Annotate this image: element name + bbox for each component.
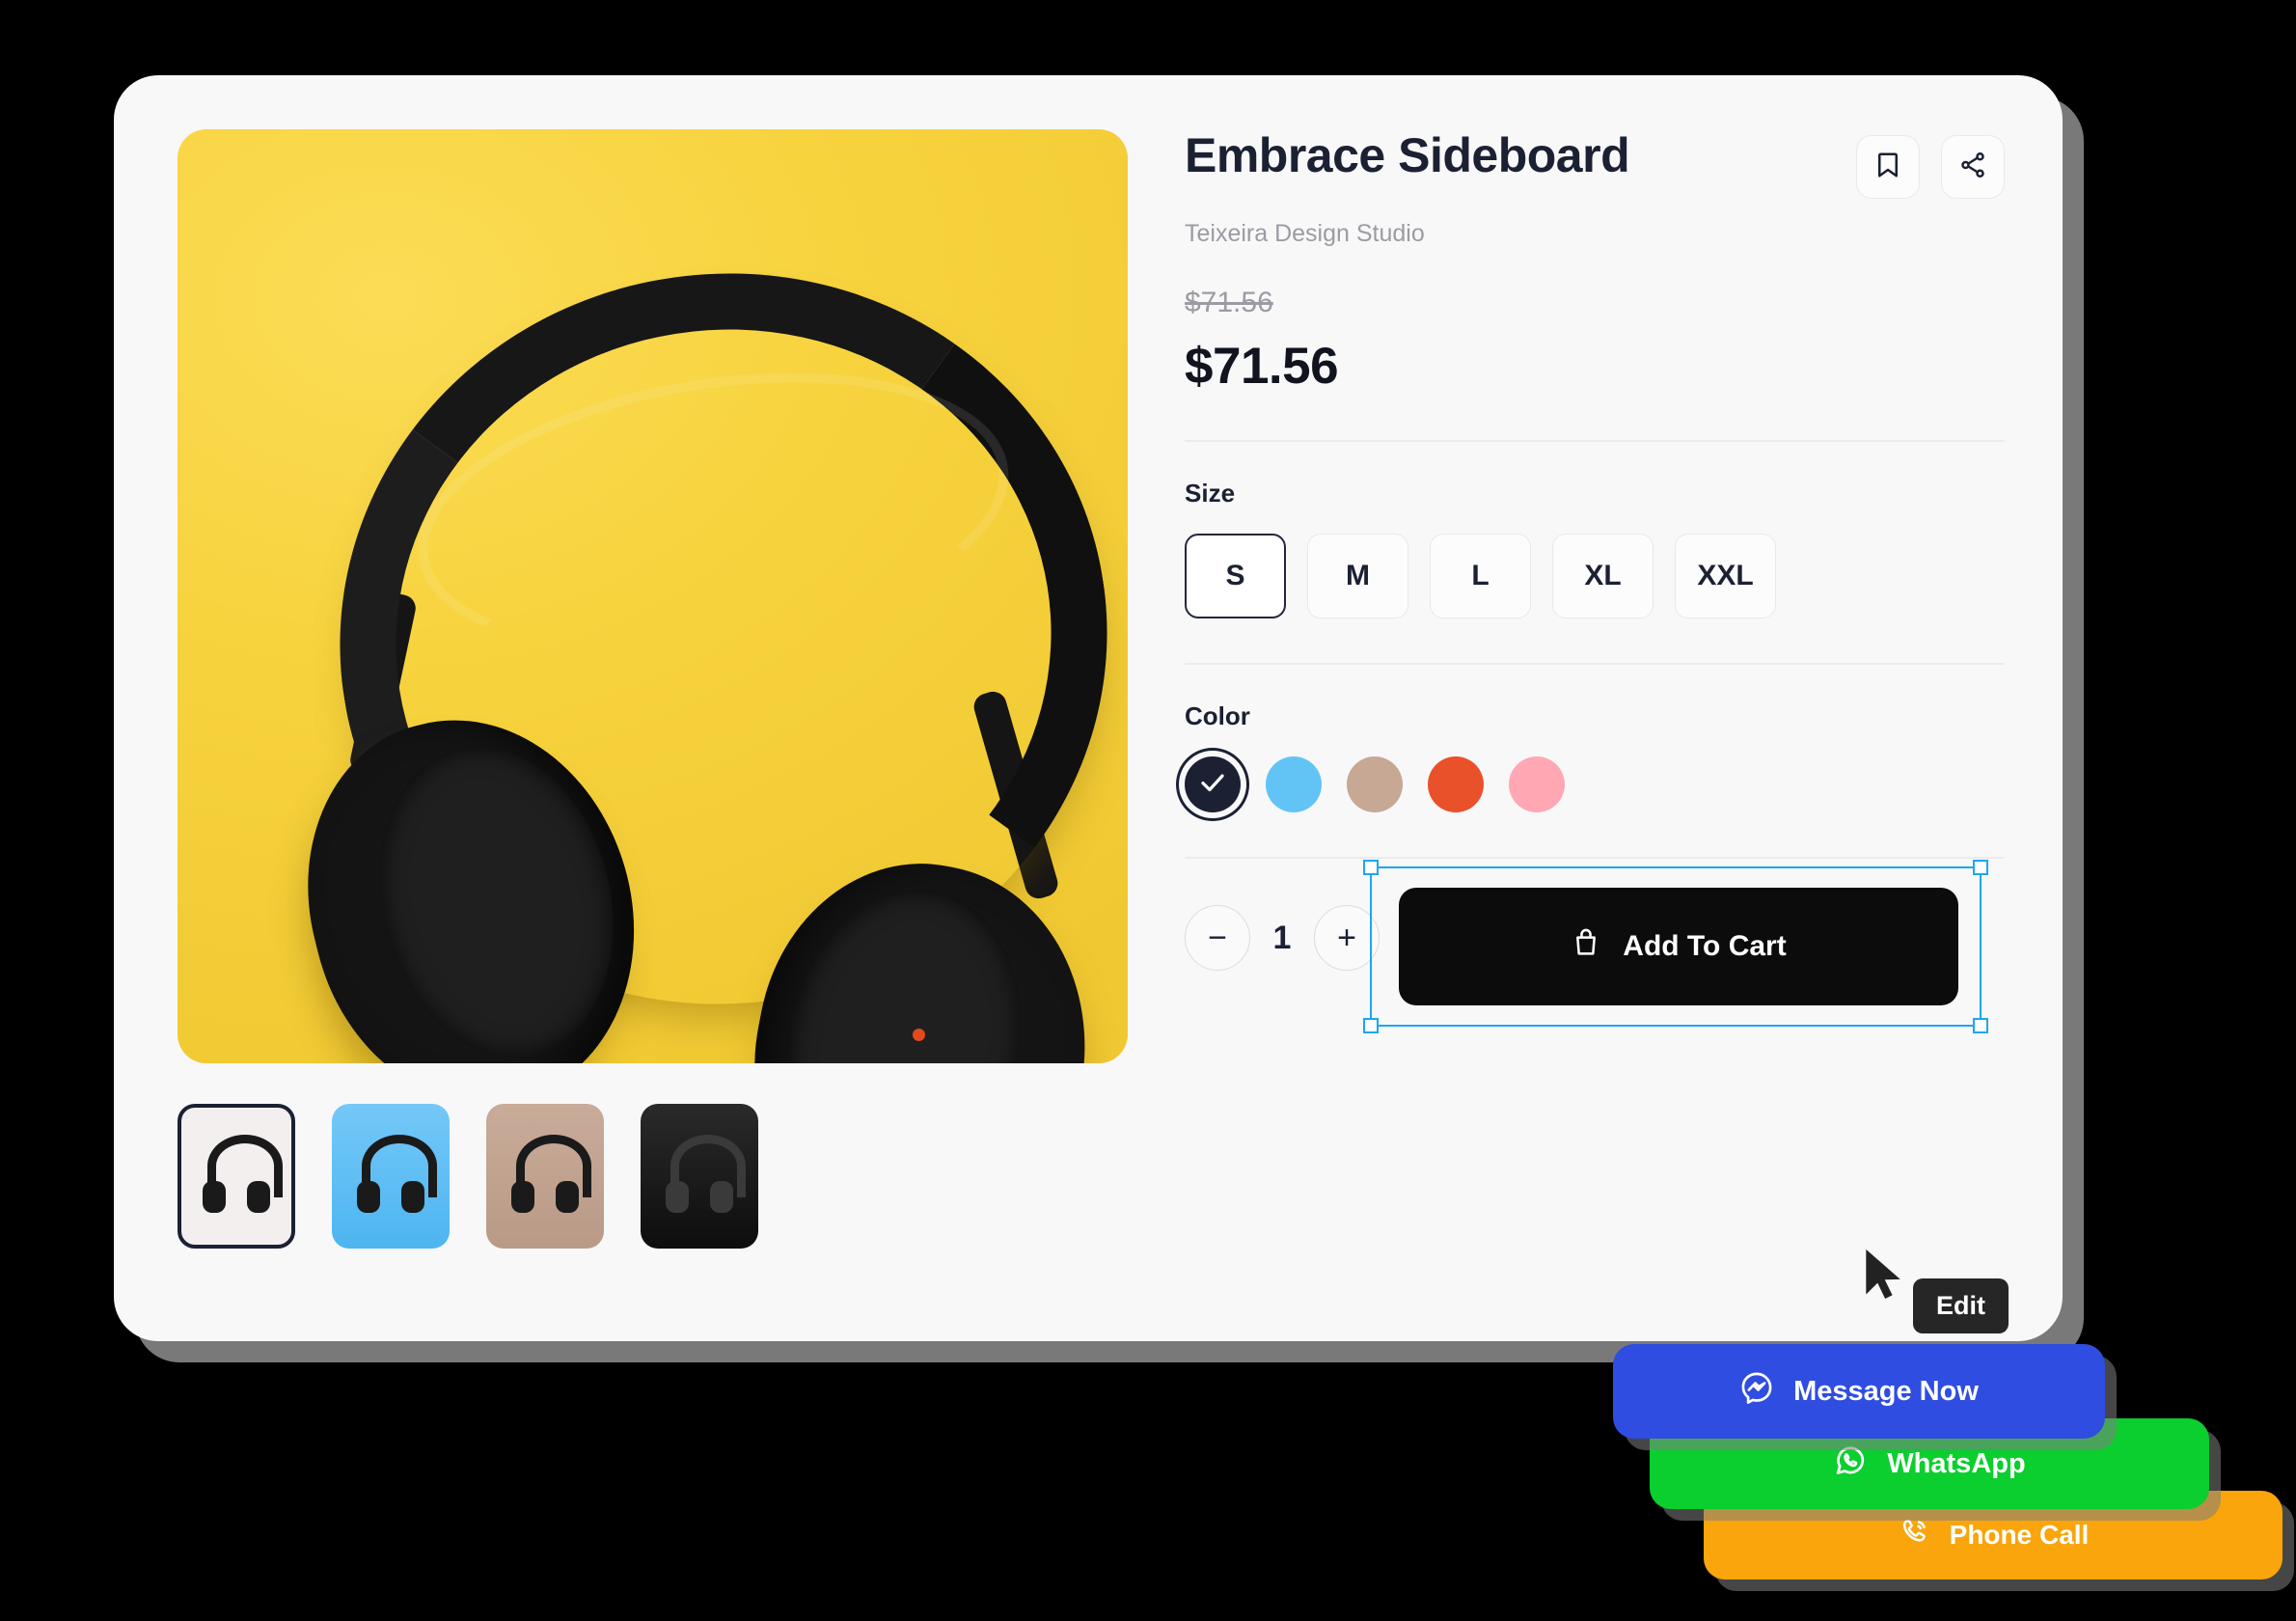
size-options: S M L XL XXL [1185,534,2005,618]
headphones-mini-icon [663,1135,746,1223]
original-price: $71.56 [1185,287,1273,318]
mouse-pointer-icon [1862,1248,1906,1302]
headphone-indicator-light [913,1029,925,1041]
headphones-mini-icon [354,1135,437,1223]
color-swatch-sky-blue[interactable] [1266,756,1322,812]
size-option-s[interactable]: S [1185,534,1286,618]
resize-handle-bottom-left[interactable] [1363,1018,1379,1033]
bookmark-button[interactable] [1856,135,1920,199]
product-card: Embrace Sideboard Teixeira Design Studio… [114,75,2063,1341]
bookmark-icon [1873,151,1902,184]
color-swatch-tan[interactable] [1347,756,1403,812]
color-options [1185,756,2005,812]
messenger-icon [1739,1370,1774,1413]
title-row: Embrace Sideboard [1185,129,2005,199]
share-button[interactable] [1941,135,2005,199]
headphones-mini-icon [200,1134,283,1223]
message-now-button[interactable]: Message Now [1613,1344,2105,1439]
headphones-illustration [178,129,1128,1063]
product-details: Embrace Sideboard Teixeira Design Studio… [1185,129,2005,1033]
cart-row: − 1 + Add To Cart [1185,860,2005,1033]
resize-handle-top-right[interactable] [1973,860,1988,875]
size-option-xxl[interactable]: XXL [1675,534,1776,618]
color-swatch-orange-red[interactable] [1428,756,1484,812]
whatsapp-icon [1833,1442,1868,1485]
color-swatch-black[interactable] [1185,756,1241,812]
phone-call-label: Phone Call [1949,1520,2090,1550]
size-section-label: Size [1185,479,1236,508]
edit-tooltip[interactable]: Edit [1913,1278,2009,1333]
page-title: Embrace Sideboard [1185,128,1630,182]
size-option-l[interactable]: L [1430,534,1531,618]
quantity-value: 1 [1272,919,1292,956]
size-option-xl[interactable]: XL [1552,534,1654,618]
decrease-quantity-button[interactable]: − [1185,905,1250,971]
resize-handle-bottom-right[interactable] [1973,1018,1988,1033]
message-now-label: Message Now [1793,1375,1979,1407]
thumbnail-strip [178,1104,1137,1249]
main-product-image[interactable] [178,129,1128,1063]
resize-handle-top-left[interactable] [1363,860,1379,875]
check-icon [1198,768,1227,802]
thumbnail-2[interactable] [332,1104,450,1249]
brand-name: Teixeira Design Studio [1185,220,1425,247]
add-to-cart-button[interactable]: Add To Cart [1399,888,1958,1005]
thumbnail-3[interactable] [486,1104,604,1249]
share-icon [1958,151,1987,184]
thumbnail-1[interactable] [178,1104,295,1249]
size-option-m[interactable]: M [1307,534,1408,618]
divider-3 [1185,857,2005,859]
current-price: $71.56 [1185,338,1339,395]
phone-icon [1898,1516,1930,1555]
product-gallery [178,129,1137,1249]
divider-2 [1185,663,2005,665]
whatsapp-label: WhatsApp [1887,1447,2026,1479]
add-to-cart-label: Add To Cart [1623,930,1787,962]
color-section-label: Color [1185,701,1250,730]
header-actions [1856,135,2005,199]
shopping-bag-icon [1571,927,1601,966]
thumbnail-4[interactable] [641,1104,758,1249]
headphones-mini-icon [508,1135,591,1223]
quantity-stepper: − 1 + [1185,905,1380,971]
color-swatch-pink[interactable] [1509,756,1565,812]
screen: Embrace Sideboard Teixeira Design Studio… [0,0,2296,1621]
divider-1 [1185,440,2005,442]
